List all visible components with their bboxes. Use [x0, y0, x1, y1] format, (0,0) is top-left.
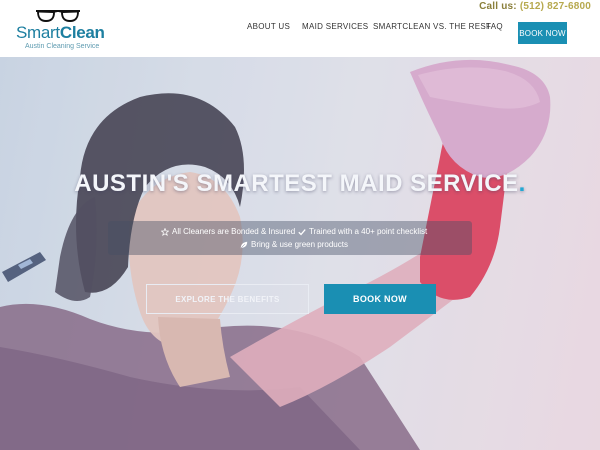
nav-maid-services[interactable]: MAID SERVICES — [302, 22, 368, 31]
site-header: Call us: (512) 827-6800 SmartClean Austi… — [0, 0, 600, 57]
logo-tagline: Austin Cleaning Service — [25, 43, 100, 50]
benefit-bonded: All Cleaners are Bonded & Insured — [161, 227, 295, 236]
benefit-trained: Trained with a 40+ point checklist — [298, 227, 427, 236]
hero-book-now-button[interactable]: BOOK NOW — [324, 284, 436, 314]
smartclean-logo[interactable]: SmartClean Austin Cleaning Service — [14, 9, 105, 53]
nav-faq[interactable]: FAQ — [486, 22, 503, 31]
benefits-strip: All Cleaners are Bonded & Insured Traine… — [108, 221, 472, 255]
header-book-now-button[interactable]: BOOK NOW — [518, 22, 567, 44]
hero-headline: AUSTIN'S SMARTEST MAID SERVICE. — [74, 170, 526, 197]
call-us-label: Call us: — [479, 1, 517, 12]
benefit-green: Bring & use green products — [240, 240, 348, 249]
checkmark-icon — [298, 228, 306, 235]
nav-about-us[interactable]: ABOUT US — [247, 22, 290, 31]
call-us-text: Call us: (512) 827-6800 — [479, 1, 591, 12]
nav-smartclean-vs-the-rest[interactable]: SMARTCLEAN VS. THE REST — [373, 22, 491, 31]
explore-benefits-button[interactable]: EXPLORE THE BENEFITS — [146, 284, 309, 314]
phone-number-link[interactable]: (512) 827-6800 — [520, 1, 591, 12]
logo-wordmark: SmartClean — [16, 23, 105, 42]
leaf-icon — [240, 241, 248, 248]
hero-section: AUSTIN'S SMARTEST MAID SERVICE. All Clea… — [0, 57, 600, 450]
star-icon — [161, 227, 169, 236]
